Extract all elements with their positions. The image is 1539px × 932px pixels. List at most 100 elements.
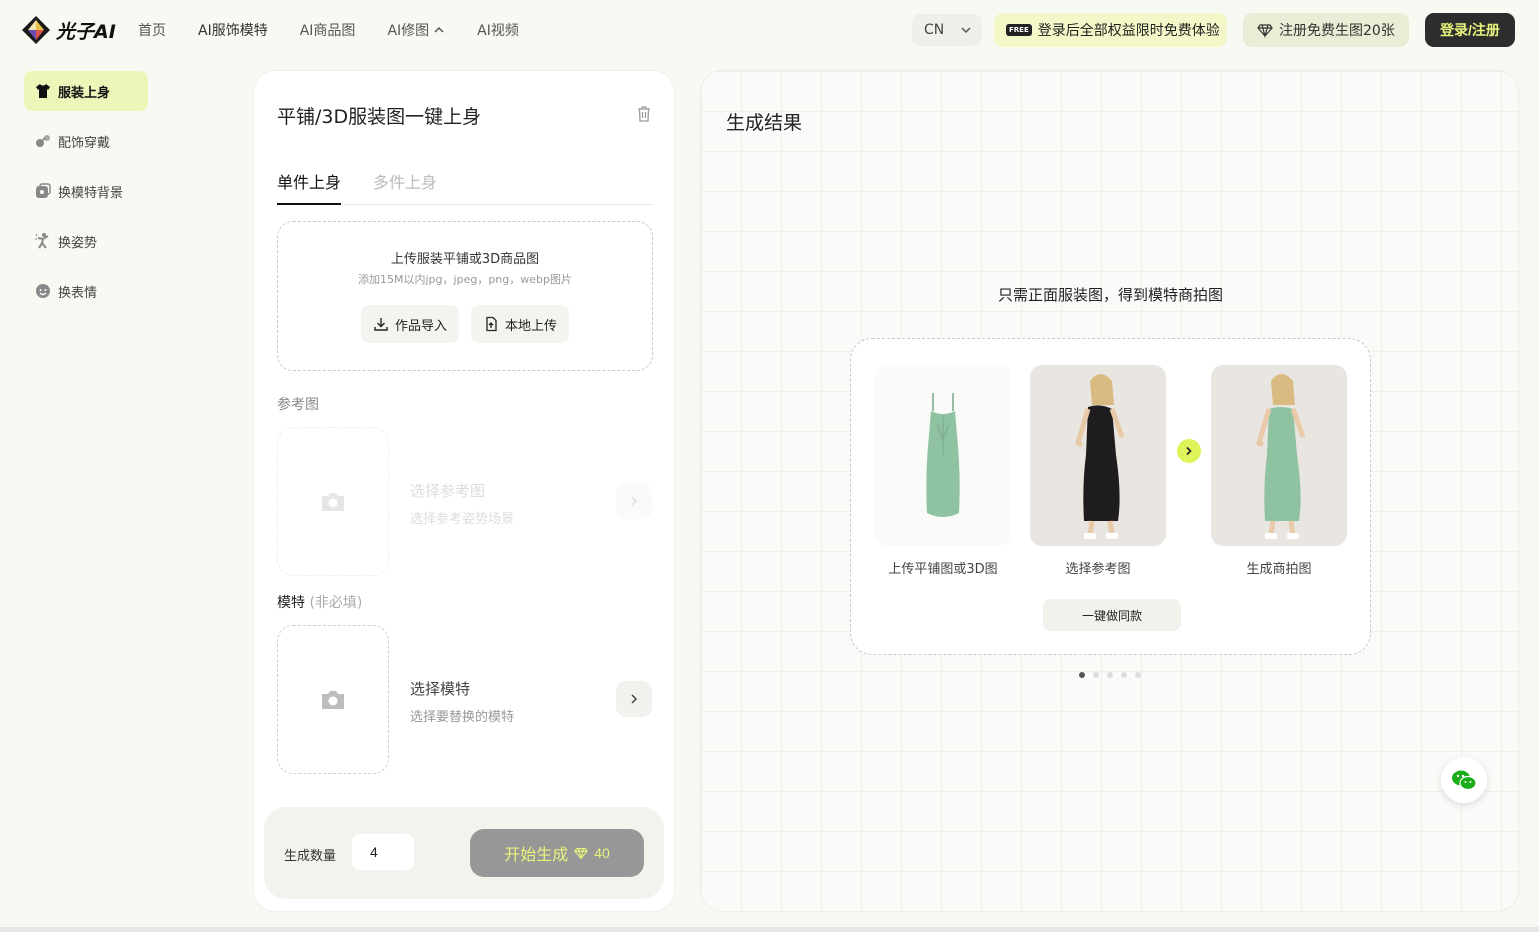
panel-title: 平铺/3D服装图一键上身	[277, 106, 482, 128]
reference-image-picker[interactable]	[277, 427, 389, 576]
reference-model-image	[1030, 365, 1166, 546]
free-trial-promo[interactable]: FREE 登录后全部权益限时免费体验	[994, 13, 1227, 47]
tshirt-icon	[36, 84, 50, 98]
camera-icon	[322, 690, 344, 709]
chevron-up-icon	[434, 26, 444, 33]
start-generate-button[interactable]: 开始生成 40	[470, 829, 644, 877]
black-dress-model-graphic	[1075, 374, 1125, 539]
sidebar-item-label: 配饰穿戴	[58, 135, 111, 151]
file-upload-icon	[486, 316, 497, 332]
nav-ai-product-image[interactable]: AI商品图	[300, 20, 356, 40]
reference-picker-title: 选择参考图	[410, 482, 486, 500]
reference-section-label: 参考图	[277, 397, 319, 413]
brand-logo[interactable]: 光子AI	[20, 14, 116, 46]
model-picker[interactable]	[277, 625, 389, 774]
upload-title: 上传服装平铺或3D商品图	[390, 252, 540, 267]
demo-step-reference: 选择参考图	[1030, 365, 1166, 577]
demo-card: 上传平铺图或3D图 选择参考图 生成商拍图 一键做同款	[850, 338, 1371, 655]
reference-next-button[interactable]	[616, 483, 652, 519]
model-picker-title: 选择模特	[410, 680, 471, 698]
sidebar-item-label: 换姿势	[58, 235, 98, 251]
download-icon	[374, 318, 388, 331]
model-picker-subtitle: 选择要替换的模特	[410, 710, 515, 725]
carousel-dot[interactable]	[1107, 672, 1113, 678]
generate-bar: 生成数量 开始生成 40	[264, 807, 664, 899]
diamond-icon	[1257, 24, 1273, 38]
make-same-style-button[interactable]: 一键做同款	[1043, 599, 1181, 631]
result-panel: 生成结果 只需正面服装图，得到模特商拍图 上传平铺图或3D图 选择参考图 生成商…	[700, 70, 1519, 912]
nav-ai-retouch[interactable]: AI修图	[387, 20, 445, 40]
green-dress-model-graphic	[1256, 374, 1306, 539]
sidebar-item-pose[interactable]: 换姿势	[24, 221, 148, 261]
generate-cost: 40	[594, 845, 610, 861]
flat-dress-image	[875, 365, 1011, 546]
sidebar-item-label: 换模特背景	[58, 185, 124, 201]
sidebar-item-model-background[interactable]: 换模特背景	[24, 171, 148, 211]
chevron-right-icon	[631, 496, 638, 506]
mode-tabs: 单件上身 多件上身	[277, 169, 653, 205]
carousel-dot[interactable]	[1121, 672, 1127, 678]
nav-ai-fashion-model[interactable]: AI服饰模特	[198, 20, 268, 40]
local-upload-label: 本地上传	[505, 317, 558, 333]
tab-multi-item[interactable]: 多件上身	[373, 169, 437, 205]
tab-single-item[interactable]: 单件上身	[277, 169, 342, 205]
sidebar-item-expression[interactable]: 换表情	[24, 271, 148, 311]
language-value: CN	[924, 22, 945, 38]
sidebar-item-clothing-try-on[interactable]: 服装上身	[24, 71, 148, 111]
language-select[interactable]: CN	[912, 14, 982, 46]
background-icon	[36, 183, 51, 198]
nav-ai-video[interactable]: AI视频	[477, 20, 519, 40]
sidebar-item-label: 服装上身	[58, 85, 111, 101]
step-arrow-icon	[1177, 439, 1201, 463]
sidebar-item-accessory[interactable]: 配饰穿戴	[24, 121, 148, 161]
carousel-dot[interactable]	[1135, 672, 1141, 678]
quantity-input[interactable]	[352, 834, 414, 870]
sidebar: 服装上身 配饰穿戴 换模特背景 换姿势 换表情	[24, 71, 148, 321]
result-tagline: 只需正面服装图，得到模特商拍图	[997, 286, 1223, 304]
register-promo[interactable]: 注册免费生图20张	[1243, 13, 1409, 47]
demo-step-upload: 上传平铺图或3D图	[875, 365, 1011, 577]
model-optional-label: (非必填)	[309, 595, 363, 611]
result-model-image	[1211, 365, 1347, 546]
trash-icon[interactable]	[635, 105, 653, 123]
brand-name: 光子AI	[56, 20, 116, 43]
top-header: 光子AI 首页 AI服饰模特 AI商品图 AI修图 AI视频 CN FREE 登…	[0, 0, 1539, 60]
upload-subtitle: 添加15M以内jpg，jpeg，png，webp图片	[358, 273, 572, 286]
model-label: 模特	[277, 595, 305, 611]
main-nav: 首页 AI服饰模特 AI商品图 AI修图 AI视频	[138, 20, 551, 40]
bottom-scrollbar[interactable]	[0, 927, 1539, 932]
wechat-icon	[1452, 770, 1477, 791]
accessory-icon	[36, 135, 50, 147]
step-caption: 选择参考图	[1065, 562, 1131, 577]
model-section-label: 模特 (非必填)	[277, 592, 362, 612]
generate-label: 开始生成	[504, 847, 569, 864]
chevron-right-icon	[631, 694, 638, 704]
face-icon	[36, 284, 50, 298]
model-next-button[interactable]	[616, 681, 652, 717]
nav-home[interactable]: 首页	[138, 20, 166, 40]
register-text: 注册免费生图20张	[1279, 23, 1395, 39]
import-works-button[interactable]: 作品导入	[360, 305, 459, 343]
sidebar-item-label: 换表情	[58, 285, 98, 301]
demo-step-result: 生成商拍图	[1211, 365, 1347, 577]
chevron-down-icon	[961, 27, 971, 34]
free-badge-icon: FREE	[1006, 24, 1032, 36]
pose-icon	[35, 233, 49, 249]
step-caption: 生成商拍图	[1246, 562, 1312, 577]
wechat-contact-button[interactable]	[1441, 757, 1487, 803]
carousel-dot[interactable]	[1079, 672, 1085, 678]
camera-icon	[322, 492, 344, 511]
carousel-dots	[1079, 672, 1141, 678]
step-caption: 上传平铺图或3D图	[888, 562, 998, 577]
config-panel: 平铺/3D服装图一键上身 单件上身 多件上身 上传服装平铺或3D商品图 添加15…	[253, 70, 675, 912]
green-dress-graphic	[926, 393, 960, 517]
reference-picker-subtitle: 选择参考姿势场景	[410, 512, 515, 527]
result-title: 生成结果	[726, 112, 803, 134]
quantity-label: 生成数量	[284, 849, 337, 864]
carousel-dot[interactable]	[1093, 672, 1099, 678]
upload-buttons: 作品导入 本地上传	[278, 305, 652, 343]
local-upload-button[interactable]: 本地上传	[471, 305, 570, 343]
garment-upload-zone[interactable]: 上传服装平铺或3D商品图 添加15M以内jpg，jpeg，png，webp图片 …	[277, 221, 653, 371]
login-register-button[interactable]: 登录/注册	[1425, 13, 1515, 47]
import-works-label: 作品导入	[394, 317, 447, 333]
